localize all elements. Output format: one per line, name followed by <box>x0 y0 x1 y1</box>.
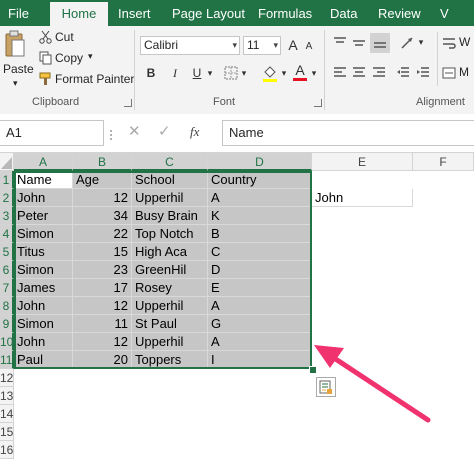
table-cell[interactable]: John <box>14 333 73 351</box>
table-cell[interactable]: Upperhil <box>132 189 208 207</box>
table-cell[interactable]: K <box>208 207 312 225</box>
table-cell[interactable]: I <box>208 351 312 369</box>
table-cell[interactable]: B <box>208 225 312 243</box>
table-cell[interactable]: John <box>14 189 73 207</box>
table-cell[interactable]: 34 <box>73 207 132 225</box>
table-cell[interactable]: St Paul <box>132 315 208 333</box>
table-cell[interactable]: Top Notch <box>132 225 208 243</box>
table-cell[interactable]: 23 <box>73 261 132 279</box>
table-cell[interactable]: 12 <box>73 189 132 207</box>
table-cell[interactable]: Age <box>73 171 132 189</box>
table-cell[interactable]: A <box>208 189 312 207</box>
table-cell[interactable]: John <box>14 297 73 315</box>
table-cell[interactable]: C <box>208 243 312 261</box>
table-cell[interactable]: 17 <box>73 279 132 297</box>
table-cell[interactable]: Simon <box>14 315 73 333</box>
table-cell[interactable]: 22 <box>73 225 132 243</box>
cell-e2[interactable]: John <box>312 189 413 207</box>
table-cell[interactable]: School <box>132 171 208 189</box>
table-cell[interactable]: A <box>208 297 312 315</box>
table-cell[interactable]: Paul <box>14 351 73 369</box>
table-cell[interactable]: 12 <box>73 333 132 351</box>
table-cell[interactable]: James <box>14 279 73 297</box>
table-cell[interactable]: Busy Brain <box>132 207 208 225</box>
table-cell[interactable]: 12 <box>73 297 132 315</box>
table-cell[interactable]: G <box>208 315 312 333</box>
table-cell[interactable]: GreenHil <box>132 261 208 279</box>
arrow-annotation <box>300 330 474 460</box>
table-cell[interactable]: Rosey <box>132 279 208 297</box>
active-cell-marker <box>16 173 71 187</box>
table-cell[interactable]: Titus <box>14 243 73 261</box>
table-cell[interactable]: D <box>208 261 312 279</box>
table-cell[interactable]: E <box>208 279 312 297</box>
table-cell[interactable]: Toppers <box>132 351 208 369</box>
table-cell[interactable]: 11 <box>73 315 132 333</box>
table-cell[interactable]: High Aca <box>132 243 208 261</box>
table-cell[interactable]: 15 <box>73 243 132 261</box>
table-cell[interactable]: Upperhil <box>132 333 208 351</box>
table-cell[interactable]: Simon <box>14 225 73 243</box>
table-cell[interactable]: 20 <box>73 351 132 369</box>
table-cell[interactable]: Peter <box>14 207 73 225</box>
table-cell[interactable]: A <box>208 333 312 351</box>
table-cell[interactable]: Simon <box>14 261 73 279</box>
table-cell[interactable]: Country <box>208 171 312 189</box>
table-cell[interactable]: Upperhil <box>132 297 208 315</box>
